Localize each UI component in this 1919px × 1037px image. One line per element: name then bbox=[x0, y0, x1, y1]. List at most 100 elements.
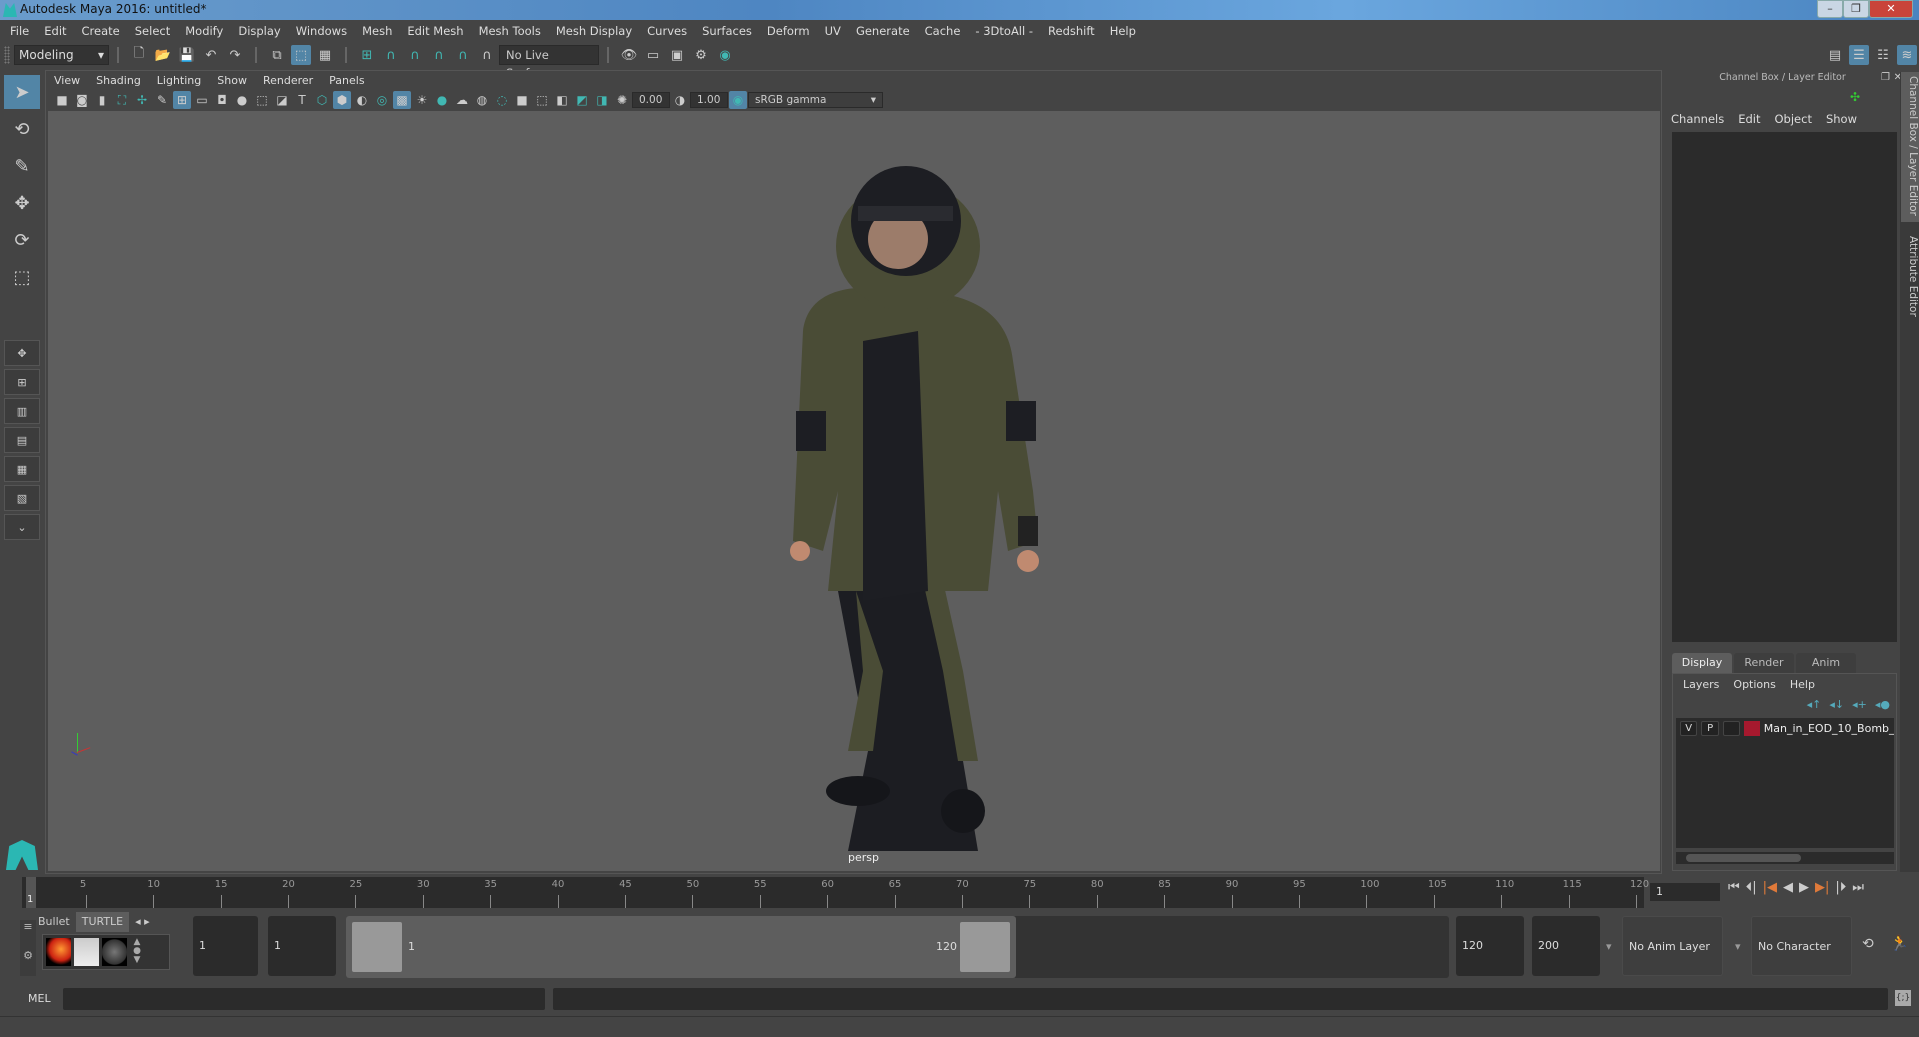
undo-icon[interactable]: ↶ bbox=[201, 45, 221, 65]
snap-grid-icon[interactable]: ⊞ bbox=[357, 45, 377, 65]
tab-attribute-editor[interactable]: Attribute Editor bbox=[1901, 232, 1919, 332]
step-forward-key-icon[interactable]: ▶| bbox=[1815, 880, 1829, 895]
lasso-tool-icon[interactable]: ⟲ bbox=[4, 112, 40, 146]
menu-options[interactable]: Options bbox=[1733, 678, 1775, 691]
exposure-icon[interactable]: ✺ bbox=[613, 91, 631, 109]
menu-generate[interactable]: Generate bbox=[856, 24, 910, 38]
shade-default-material-icon[interactable]: ◐ bbox=[353, 91, 371, 109]
make-live-icon[interactable]: ∩ bbox=[477, 45, 497, 65]
menu-edit-mesh[interactable]: Edit Mesh bbox=[407, 24, 463, 38]
tab-display[interactable]: Display bbox=[1672, 653, 1732, 673]
camera-icon[interactable]: ■ bbox=[53, 91, 71, 109]
redo-icon[interactable]: ↷ bbox=[225, 45, 245, 65]
grease-pencil-icon[interactable]: ✎ bbox=[153, 91, 171, 109]
minimize-button[interactable]: – bbox=[1817, 0, 1843, 18]
modeling-toolkit-icon[interactable]: ▤ bbox=[1825, 45, 1845, 65]
2d-pan-zoom-icon[interactable]: ✢ bbox=[133, 91, 151, 109]
menu-select[interactable]: Select bbox=[135, 24, 170, 38]
select-object-icon[interactable]: ⬚ bbox=[291, 45, 311, 65]
smooth-shade-icon[interactable]: ⬢ bbox=[333, 91, 351, 109]
command-language-label[interactable]: MEL bbox=[28, 992, 51, 1005]
open-folder-icon[interactable]: 📂 bbox=[153, 45, 173, 65]
depth-of-field-icon[interactable]: ■ bbox=[513, 91, 531, 109]
panel-menu-panels[interactable]: Panels bbox=[329, 74, 364, 87]
safe-action-icon[interactable]: ◪ bbox=[273, 91, 291, 109]
xray-components-icon[interactable]: ◨ bbox=[593, 91, 611, 109]
gamma-icon[interactable]: ◑ bbox=[671, 91, 689, 109]
menu-help[interactable]: Help bbox=[1110, 24, 1136, 38]
move-layer-up-icon[interactable]: ◂↑ bbox=[1807, 698, 1822, 711]
menu-file[interactable]: File bbox=[10, 24, 29, 38]
select-hierarchy-icon[interactable]: ⧉ bbox=[267, 45, 287, 65]
turtle-render-icon[interactable] bbox=[46, 938, 71, 966]
image-plane-icon[interactable]: ⛶ bbox=[113, 91, 131, 109]
move-layer-down-icon[interactable]: ◂↓ bbox=[1829, 698, 1844, 711]
layer-row[interactable]: V P Man_in_EOD_10_Bomb_Suit bbox=[1676, 718, 1894, 738]
time-slider[interactable]: 1 5 10 15 20 25 30 35 40 45 50 55 60 65 70 75 80 85 90 95 1… bbox=[22, 877, 1649, 908]
turtle-sphere-icon[interactable] bbox=[102, 938, 127, 966]
field-chart-icon[interactable]: ⬚ bbox=[253, 91, 271, 109]
isolate-select-icon[interactable]: ⬚ bbox=[533, 91, 551, 109]
menu-create[interactable]: Create bbox=[82, 24, 120, 38]
xray-icon[interactable]: ◧ bbox=[553, 91, 571, 109]
range-slider-selection[interactable]: 1 120 bbox=[346, 916, 1016, 978]
menu-mesh[interactable]: Mesh bbox=[362, 24, 392, 38]
menu-display[interactable]: Display bbox=[238, 24, 280, 38]
range-end-handle[interactable] bbox=[960, 922, 1010, 972]
step-forward-frame-icon[interactable]: |⏵ bbox=[1835, 880, 1846, 895]
animation-start-field[interactable]: 1 bbox=[193, 916, 258, 976]
menu-help[interactable]: Help bbox=[1790, 678, 1815, 691]
chevron-down-icon[interactable]: ▾ bbox=[1735, 940, 1741, 953]
film-gate-icon[interactable]: ▭ bbox=[193, 91, 211, 109]
render-settings-icon[interactable]: ⚙ bbox=[691, 45, 711, 65]
character-set-dropdown[interactable]: No Character Set bbox=[1751, 916, 1852, 1013]
color-space-select[interactable]: sRGB gamma ▾ bbox=[748, 92, 883, 108]
persp-graph-outliner-icon[interactable]: ▧ bbox=[4, 485, 40, 511]
wireframe-on-shaded-icon[interactable]: ◎ bbox=[373, 91, 391, 109]
color-management-toggle-icon[interactable]: ◉ bbox=[729, 91, 747, 109]
tab-channel-box-layer-editor[interactable]: Channel Box / Layer Editor bbox=[1901, 72, 1919, 222]
scrollbar-thumb[interactable] bbox=[1686, 854, 1801, 862]
menu-surfaces[interactable]: Surfaces bbox=[702, 24, 752, 38]
menu-windows[interactable]: Windows bbox=[296, 24, 347, 38]
animation-preferences-icon[interactable]: 🏃 bbox=[1890, 934, 1909, 952]
live-surface-field[interactable]: No Live Surface bbox=[499, 45, 599, 80]
screen-space-ao-icon[interactable]: ☁ bbox=[453, 91, 471, 109]
persp-outliner-layout-icon[interactable]: ▥ bbox=[4, 398, 40, 424]
panel-menu-lighting[interactable]: Lighting bbox=[157, 74, 201, 87]
menu-channels[interactable]: Channels bbox=[1671, 112, 1724, 126]
menu-show[interactable]: Show bbox=[1826, 112, 1857, 126]
layer-name[interactable]: Man_in_EOD_10_Bomb_Suit bbox=[1764, 722, 1894, 735]
menu-3dtoall[interactable]: - 3DtoAll - bbox=[975, 24, 1033, 38]
channel-box-toggle-icon[interactable]: ≋ bbox=[1897, 45, 1917, 65]
exposure-field[interactable]: 0.00 bbox=[632, 92, 670, 108]
horizontal-scrollbar[interactable] bbox=[1676, 852, 1894, 864]
layer-color-swatch[interactable] bbox=[1744, 720, 1760, 736]
current-frame-field[interactable]: 1 bbox=[1650, 883, 1720, 901]
bookmark-icon[interactable]: ▮ bbox=[93, 91, 111, 109]
wireframe-icon[interactable]: ⬡ bbox=[313, 91, 331, 109]
select-tool-icon[interactable]: ➤ bbox=[4, 75, 40, 109]
animation-end-field[interactable]: 200 bbox=[1532, 916, 1600, 976]
shelf-scroll-icon[interactable]: ▲ ● ▼ bbox=[130, 938, 144, 966]
menu-uv[interactable]: UV bbox=[825, 24, 841, 38]
shadows-icon[interactable]: ● bbox=[433, 91, 451, 109]
go-to-end-icon[interactable]: ⏭ bbox=[1852, 880, 1864, 895]
auto-key-icon[interactable]: ⟲ bbox=[1862, 936, 1874, 952]
xray-joints-icon[interactable]: ◩ bbox=[573, 91, 591, 109]
ipr-render-icon[interactable]: ▣ bbox=[667, 45, 687, 65]
channel-box[interactable] bbox=[1672, 132, 1897, 642]
new-scene-icon[interactable]: 🗋 bbox=[129, 45, 149, 65]
float-panel-icon[interactable]: ❐ bbox=[1881, 72, 1890, 83]
attribute-editor-toggle-icon[interactable]: ☰ bbox=[1849, 45, 1869, 65]
playback-end-field[interactable]: 120 bbox=[1456, 916, 1524, 976]
menu-edit[interactable]: Edit bbox=[1738, 112, 1760, 126]
manipulator-icon[interactable]: ✣ bbox=[1850, 90, 1860, 104]
menu-curves[interactable]: Curves bbox=[647, 24, 687, 38]
camera-attributes-icon[interactable]: ◙ bbox=[73, 91, 91, 109]
snap-point-icon[interactable]: ∩ bbox=[405, 45, 425, 65]
gate-mask-icon[interactable]: ● bbox=[233, 91, 251, 109]
3d-viewport[interactable]: persp bbox=[48, 111, 1660, 871]
panel-menu-show[interactable]: Show bbox=[217, 74, 247, 87]
mode-selector[interactable]: Modeling ▾ bbox=[14, 45, 109, 65]
